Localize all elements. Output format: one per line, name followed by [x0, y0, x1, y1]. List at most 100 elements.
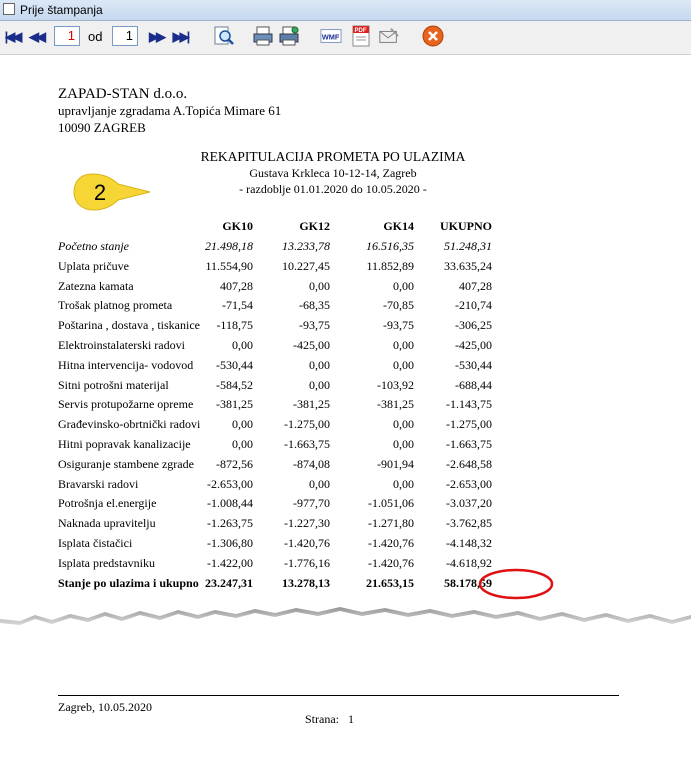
- row-value: 407,28: [459, 278, 492, 293]
- row-label: Trošak platnog prometa: [58, 298, 173, 313]
- table-row: Potrošnja el.energije -1.008,44 -977,70 -1.…: [58, 496, 558, 512]
- table-row: Bravarski radovi -2.653,00 0,00 0,00 -2.653,…: [58, 477, 558, 493]
- column-header: GK14: [383, 219, 414, 233]
- table-row: Hitna intervencija- vodovod -530,44 0,00 0,…: [58, 358, 558, 374]
- row-value: 0,00: [309, 377, 330, 392]
- table-row: Elektroinstalaterski radovi 0,00 -425,00 0,…: [58, 338, 558, 354]
- close-button[interactable]: [422, 25, 444, 47]
- printer-icon: [253, 26, 273, 46]
- print-button[interactable]: [252, 25, 274, 47]
- table-row: Osiguranje stambene zgrade -872,56 -874,08…: [58, 457, 558, 473]
- row-value: 0,00: [309, 357, 330, 372]
- row-value: 0,00: [393, 338, 414, 352]
- zoom-button[interactable]: [213, 25, 235, 47]
- total-pages-field: 1: [112, 26, 138, 46]
- window-titlebar: Prije štampanja: [0, 0, 691, 21]
- row-value: -1.271,80: [368, 516, 414, 531]
- torn-paper-edge: [0, 607, 691, 641]
- row-value: -425,00: [293, 338, 330, 352]
- table-row: Servis protupožarne opreme -381,25 -381,25…: [58, 397, 558, 413]
- print-setup-button[interactable]: [278, 25, 300, 47]
- table-row: Građevinsko-obrtnički radovi 0,00 -1.275,0…: [58, 417, 558, 433]
- row-value: 21.653,15: [366, 575, 414, 590]
- table-row: Početno stanje 21.498,18 13.233,78 16.516,3…: [58, 239, 558, 255]
- print-preview-toolbar: |◀◀ ◀◀ 1 od 1 ▶▶ ▶▶| WMF PDF: [0, 21, 691, 55]
- row-value: -1.420,76: [368, 536, 414, 550]
- row-value: 0,00: [393, 437, 414, 451]
- window-title: Prije štampanja: [20, 3, 103, 17]
- row-value: 0,00: [393, 357, 414, 372]
- current-page-input[interactable]: 1: [54, 26, 80, 46]
- table-header-row: GK10 GK12 GK14 UKUPNO: [58, 219, 558, 235]
- row-label: Početno stanje: [58, 239, 129, 253]
- step-number-badge-text: 2: [94, 180, 106, 205]
- last-page-button[interactable]: ▶▶|: [170, 27, 191, 47]
- row-label: Uplata pričuve: [58, 258, 129, 273]
- row-value: 0,00: [309, 278, 330, 293]
- row-value: -874,08: [293, 456, 330, 471]
- footer-divider: [58, 695, 619, 696]
- row-value: 13.233,78: [282, 239, 330, 253]
- table-row: Naknada upravitelju -1.263,75 -1.227,30 -1.…: [58, 516, 558, 532]
- window-icon: [3, 3, 15, 15]
- row-label: Isplata čistačici: [58, 536, 133, 550]
- svg-text:PDF: PDF: [355, 28, 367, 34]
- row-value: 0,00: [393, 476, 414, 491]
- send-email-button[interactable]: [378, 25, 400, 47]
- row-value: -977,70: [293, 496, 330, 511]
- row-value: 13.278,13: [282, 575, 330, 590]
- row-value: -1.051,06: [368, 496, 414, 511]
- previous-page-icon: ◀◀: [29, 29, 46, 44]
- row-value: -1.776,16: [284, 555, 330, 570]
- company-address-line1: upravljanje zgradama A.Topića Mimare 61: [58, 103, 282, 118]
- column-header: UKUPNO: [440, 219, 492, 233]
- row-label: Zatezna kamata: [58, 278, 134, 293]
- wmf-icon: WMF: [320, 29, 342, 43]
- row-label: Naknada upravitelju: [58, 516, 156, 531]
- row-value: -688,44: [455, 377, 492, 392]
- row-value: -530,44: [455, 357, 492, 372]
- envelope-icon: [379, 28, 399, 43]
- first-page-button[interactable]: |◀◀: [2, 27, 23, 47]
- row-value: -1.420,76: [368, 555, 414, 570]
- export-pdf-button[interactable]: PDF: [350, 25, 372, 47]
- previous-page-button[interactable]: ◀◀: [26, 27, 46, 47]
- row-value: -306,25: [455, 318, 492, 333]
- row-label: Sitni potrošni materijal: [58, 377, 169, 392]
- column-header: GK12: [299, 219, 330, 233]
- row-value: 0,00: [393, 278, 414, 293]
- row-value: 0,00: [393, 417, 414, 432]
- company-address-line2: 10090 ZAGREB: [58, 120, 146, 135]
- row-value: -1.663,75: [284, 437, 330, 451]
- row-value: -210,74: [455, 298, 492, 313]
- row-value: 33.635,24: [444, 258, 492, 273]
- next-page-button[interactable]: ▶▶: [146, 27, 166, 47]
- export-wmf-button[interactable]: WMF: [320, 25, 342, 47]
- row-value: -1.663,75: [446, 437, 492, 451]
- row-value: -68,35: [299, 298, 330, 313]
- row-value: -3.037,20: [446, 496, 492, 511]
- row-value: -103,92: [377, 377, 414, 392]
- row-value: -70,85: [383, 298, 414, 313]
- report-title: REKAPITULACIJA PROMETA PO ULAZIMA: [200, 149, 466, 164]
- table-row: Poštarina , dostava , tiskanice -118,75 -9…: [58, 318, 558, 334]
- row-label: Bravarski radovi: [58, 476, 139, 491]
- footer-date: Zagreb, 10.05.2020: [58, 700, 152, 714]
- first-page-icon: |◀◀: [4, 29, 23, 44]
- row-value: -1.143,75: [446, 397, 492, 412]
- row-value: 11.852,89: [366, 258, 414, 273]
- row-value: 0,00: [309, 476, 330, 491]
- row-value: 16.516,35: [366, 239, 414, 253]
- zoom-magnifier-icon: [214, 26, 234, 45]
- row-value: -3.762,85: [446, 516, 492, 531]
- table-row: Zatezna kamata 407,28 0,00 0,00 407,28: [58, 279, 558, 295]
- row-label: Potrošnja el.energije: [58, 496, 157, 511]
- row-value: 10.227,45: [282, 258, 330, 273]
- of-label: od: [88, 29, 103, 44]
- row-value: -901,94: [377, 456, 414, 471]
- row-value: -381,25: [293, 397, 330, 412]
- row-value: -93,75: [383, 318, 414, 333]
- footer-page-label: Strana:: [305, 712, 339, 726]
- row-value: -2.648,58: [446, 456, 492, 471]
- company-name: ZAPAD-STAN d.o.o.: [58, 86, 188, 102]
